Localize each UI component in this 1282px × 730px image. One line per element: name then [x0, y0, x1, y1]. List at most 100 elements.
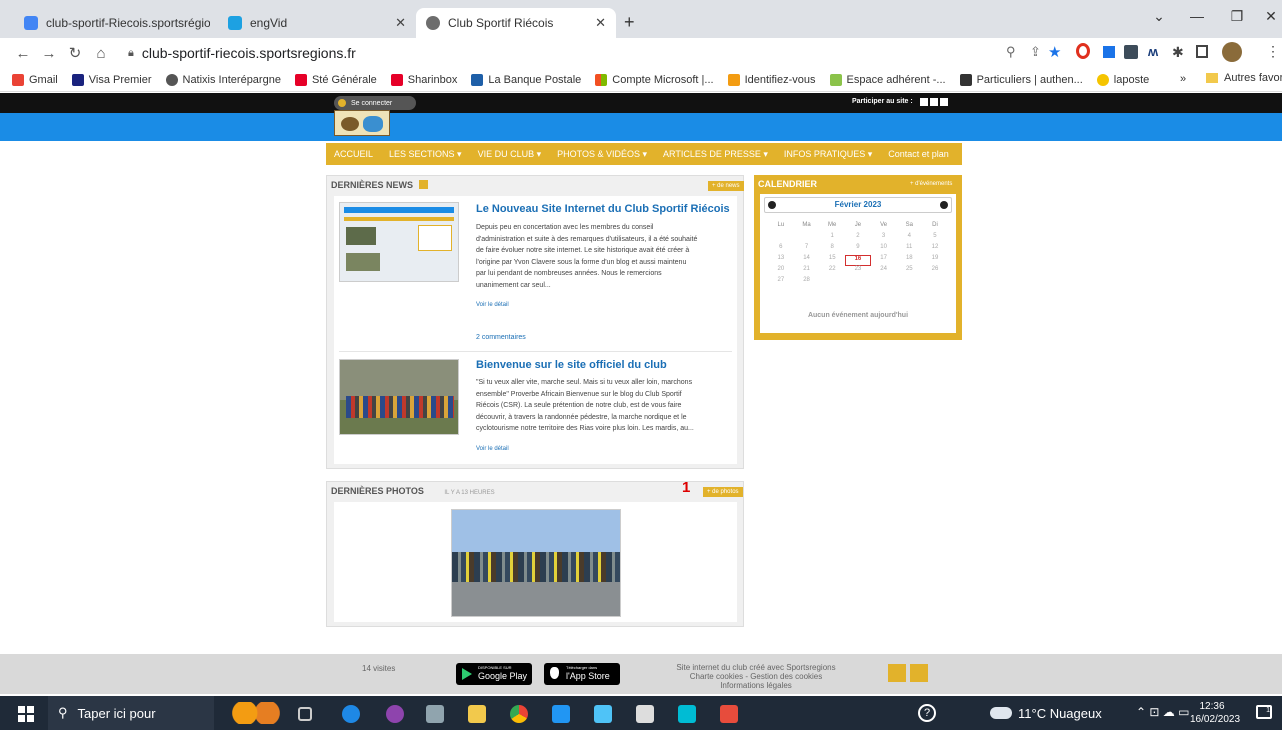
- extension-icon[interactable]: [1124, 45, 1138, 59]
- calendar-day[interactable]: [794, 233, 820, 244]
- calendar-day[interactable]: [896, 277, 922, 288]
- calendar-day[interactable]: 7: [794, 244, 820, 255]
- url-text[interactable]: club-sportif-riecois.sportsregions.fr: [142, 45, 356, 61]
- rss-icon[interactable]: [888, 664, 906, 682]
- edge-icon[interactable]: [342, 705, 360, 723]
- bookmark-sharinbox[interactable]: Sharinbox: [390, 73, 457, 86]
- calendar-day[interactable]: 1: [819, 233, 845, 244]
- share-icon[interactable]: ⇪: [1030, 44, 1041, 60]
- bookmark-visa-premier[interactable]: Visa Premier: [71, 73, 152, 86]
- bookmark-laposte[interactable]: laposte: [1096, 73, 1149, 86]
- calendar-day[interactable]: 10: [871, 244, 897, 255]
- calendar-day[interactable]: 22: [819, 266, 845, 277]
- close-tab-icon[interactable]: ✕: [389, 15, 406, 31]
- more-news-button[interactable]: + de news: [708, 181, 744, 191]
- nav-photos-videos[interactable]: PHOTOS & VIDÉOS ▾: [557, 149, 647, 160]
- file-explorer-icon[interactable]: [468, 705, 486, 723]
- profile-avatar[interactable]: [1222, 42, 1242, 62]
- side-panel-icon[interactable]: [1196, 45, 1208, 58]
- news-title[interactable]: Le Nouveau Site Internet du Club Sportif…: [476, 203, 730, 215]
- weather-text[interactable]: 11°C Nuageux: [1018, 706, 1102, 721]
- video-icon[interactable]: [940, 98, 948, 106]
- nav-infos-pratiques[interactable]: INFOS PRATIQUES ▾: [784, 149, 872, 160]
- edit-icon[interactable]: [920, 98, 928, 106]
- new-tab-button[interactable]: +: [624, 12, 635, 33]
- close-window-button[interactable]: ✕: [1256, 8, 1282, 25]
- calendar-day[interactable]: 8: [819, 244, 845, 255]
- malwarebytes-icon[interactable]: ʍ: [1148, 44, 1158, 59]
- nav-les-sections[interactable]: LES SECTIONS ▾: [389, 149, 462, 160]
- reload-icon[interactable]: ↻: [62, 44, 88, 62]
- bookmark-ste-generale[interactable]: Sté Générale: [294, 73, 377, 86]
- zoom-icon[interactable]: ⚲: [1006, 44, 1016, 60]
- calendar-day[interactable]: [845, 277, 871, 288]
- calculator-icon[interactable]: [426, 705, 444, 723]
- news-thumbnail[interactable]: [339, 202, 459, 282]
- calendar-day-today[interactable]: 16: [845, 255, 871, 266]
- help-icon[interactable]: ?: [918, 704, 936, 722]
- calendar-day[interactable]: 4: [896, 233, 922, 244]
- camera-icon[interactable]: [930, 98, 938, 106]
- extension-icon[interactable]: [1103, 46, 1115, 58]
- tab-club-sportif-riecois-active[interactable]: Club Sportif Riécois ✕: [416, 8, 616, 38]
- home-icon[interactable]: ⌂: [88, 45, 114, 62]
- app-icon[interactable]: [386, 705, 404, 723]
- rss-icon[interactable]: [418, 180, 428, 189]
- calendar-day[interactable]: 2: [845, 233, 871, 244]
- calendar-day[interactable]: 9: [845, 244, 871, 255]
- calendar-day[interactable]: [819, 277, 845, 288]
- calendar-day[interactable]: 3: [871, 233, 897, 244]
- google-play-badge[interactable]: DISPONIBLE SUR Google Play: [456, 663, 532, 685]
- bookmarks-overflow-button[interactable]: »: [1180, 73, 1186, 85]
- forward-icon[interactable]: →: [36, 45, 62, 62]
- participate-icons[interactable]: [920, 98, 948, 106]
- calendar-day[interactable]: 25: [896, 266, 922, 277]
- calendar-day[interactable]: 27: [768, 277, 794, 288]
- calendar-day[interactable]: 19: [922, 255, 948, 266]
- minimize-button[interactable]: —: [1182, 8, 1212, 24]
- calendar-day[interactable]: [922, 277, 948, 288]
- calendar-day[interactable]: 17: [871, 255, 897, 266]
- omnibox[interactable]: 🔒︎ club-sportif-riecois.sportsregions.fr: [128, 42, 968, 64]
- tab-engvid[interactable]: engVid ✕: [218, 8, 416, 38]
- rss-icon[interactable]: [910, 664, 928, 682]
- next-month-icon[interactable]: [940, 201, 948, 209]
- bookmark-espace-adherent[interactable]: Espace adhérent -...: [829, 73, 946, 86]
- calendar-day[interactable]: 18: [896, 255, 922, 266]
- latest-photo[interactable]: [451, 509, 621, 617]
- system-tray-icons[interactable]: ⌃ ⊡ ☁ ▭: [1136, 705, 1189, 719]
- bookmark-star-icon[interactable]: ★: [1048, 43, 1061, 61]
- calendar-day[interactable]: 13: [768, 255, 794, 266]
- nav-contact-et-plan[interactable]: Contact et plan: [888, 149, 949, 159]
- club-logo[interactable]: [334, 110, 390, 136]
- calendar-day[interactable]: 23: [845, 266, 871, 277]
- calendar-day[interactable]: [871, 277, 897, 288]
- calendar-day[interactable]: 6: [768, 244, 794, 255]
- bookmark-natixis[interactable]: Natixis Interépargne: [165, 73, 281, 86]
- windows-start-icon[interactable]: [18, 706, 34, 722]
- calendar-day[interactable]: [768, 233, 794, 244]
- calendar-day[interactable]: 20: [768, 266, 794, 277]
- menu-kebab-icon[interactable]: ⋮: [1266, 43, 1280, 60]
- app-icon[interactable]: [594, 705, 612, 723]
- mail-icon[interactable]: [552, 705, 570, 723]
- tab-search-icon[interactable]: ⌄: [1144, 8, 1174, 25]
- bookmark-compte-microsoft[interactable]: Compte Microsoft |...: [595, 73, 714, 86]
- nav-articles-de-presse[interactable]: ARTICLES DE PRESSE ▾: [663, 149, 768, 160]
- app-icon[interactable]: [678, 705, 696, 723]
- news-thumbnail[interactable]: [339, 359, 459, 435]
- app-icon[interactable]: [636, 705, 654, 723]
- calendar-day[interactable]: 11: [896, 244, 922, 255]
- calendar-day[interactable]: 5: [922, 233, 948, 244]
- calendar-day[interactable]: 14: [794, 255, 820, 266]
- notifications-icon[interactable]: 1: [1256, 705, 1272, 719]
- news-comments-link[interactable]: 2 commentaires: [476, 334, 526, 341]
- credit-line[interactable]: Site internet du club créé avec Sportsre…: [656, 663, 856, 672]
- news-detail-link[interactable]: Voir le détail: [476, 446, 509, 452]
- chrome-icon[interactable]: [510, 705, 528, 723]
- task-view-icon[interactable]: [298, 707, 312, 721]
- calendar-day[interactable]: 26: [922, 266, 948, 277]
- calendar-day[interactable]: 24: [871, 266, 897, 277]
- more-events-link[interactable]: + d'événements: [910, 181, 952, 187]
- back-icon[interactable]: ←: [10, 45, 36, 62]
